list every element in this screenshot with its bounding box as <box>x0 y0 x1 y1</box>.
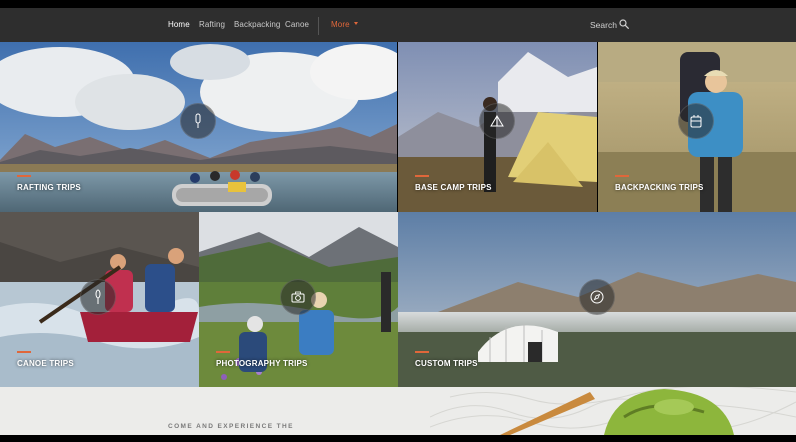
accent-bar <box>615 175 629 177</box>
paddle-icon <box>180 103 216 139</box>
accent-bar <box>216 351 230 353</box>
accent-bar <box>17 351 31 353</box>
nav-home[interactable]: Home <box>168 20 190 29</box>
tent-icon <box>479 103 515 139</box>
accent-bar <box>17 175 31 177</box>
compass-icon <box>579 279 615 315</box>
top-navbar: Home Rafting Backpacking Canoe More Sear… <box>0 8 796 42</box>
wooden-paddle-image <box>500 392 595 435</box>
canoe-paddle-icon <box>80 279 116 315</box>
accent-bar <box>415 175 429 177</box>
nav-backpacking[interactable]: Backpacking <box>234 20 280 29</box>
search-icon[interactable] <box>619 19 629 29</box>
tile-label: Custom Trips <box>415 359 478 368</box>
nav-canoe[interactable]: Canoe <box>285 20 309 29</box>
window-frame-top <box>0 0 796 8</box>
chevron-down-icon <box>353 22 358 26</box>
tile-base-camp-trips[interactable]: Base Camp Trips <box>398 42 597 212</box>
tile-photography-trips[interactable]: Photography Trips <box>199 212 398 387</box>
tile-rafting-trips[interactable]: Rafting Trips <box>0 42 397 212</box>
tile-custom-trips[interactable]: Custom Trips <box>398 212 796 387</box>
tile-label: Canoe Trips <box>17 359 74 368</box>
nav-more-dropdown[interactable]: More <box>331 20 358 29</box>
green-backpack-image <box>604 389 734 435</box>
nav-divider <box>318 17 319 35</box>
backpack-icon <box>678 103 714 139</box>
camera-icon <box>280 279 316 315</box>
nav-rafting[interactable]: Rafting <box>199 20 225 29</box>
tile-label: Photography Trips <box>216 359 308 368</box>
accent-bar <box>415 351 429 353</box>
intro-section: COME AND EXPERIENCE THE <box>0 387 796 435</box>
tile-canoe-trips[interactable]: Canoe Trips <box>0 212 199 387</box>
tile-label: Base Camp Trips <box>415 183 492 192</box>
intro-tagline: COME AND EXPERIENCE THE <box>168 423 294 430</box>
tile-label: Rafting Trips <box>17 183 81 192</box>
search-label[interactable]: Search <box>590 20 617 30</box>
nav-more-label: More <box>331 20 350 29</box>
tile-label: Backpacking Trips <box>615 183 704 192</box>
tile-backpacking-trips[interactable]: Backpacking Trips <box>598 42 796 212</box>
window-frame-bottom <box>0 435 796 442</box>
